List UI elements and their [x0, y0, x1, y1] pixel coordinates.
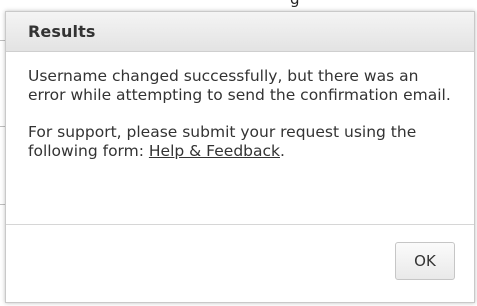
ok-button[interactable]: OK — [395, 242, 455, 280]
background-page: g — [0, 0, 477, 8]
status-message: Username changed successfully, but there… — [28, 67, 451, 104]
page: g Results Username changed successfully,… — [0, 0, 477, 306]
help-feedback-link[interactable]: Help & Feedback — [149, 142, 280, 160]
background-partial-text: g — [290, 0, 300, 8]
dialog-content: Username changed successfully, but there… — [6, 52, 474, 161]
dialog-titlebar: Results — [6, 12, 474, 52]
support-message: For support, please submit your request … — [28, 123, 458, 161]
dialog-footer: OK — [6, 224, 474, 302]
support-suffix: . — [280, 142, 285, 160]
results-dialog: Results Username changed successfully, b… — [5, 11, 475, 303]
dialog-title: Results — [28, 22, 96, 41]
